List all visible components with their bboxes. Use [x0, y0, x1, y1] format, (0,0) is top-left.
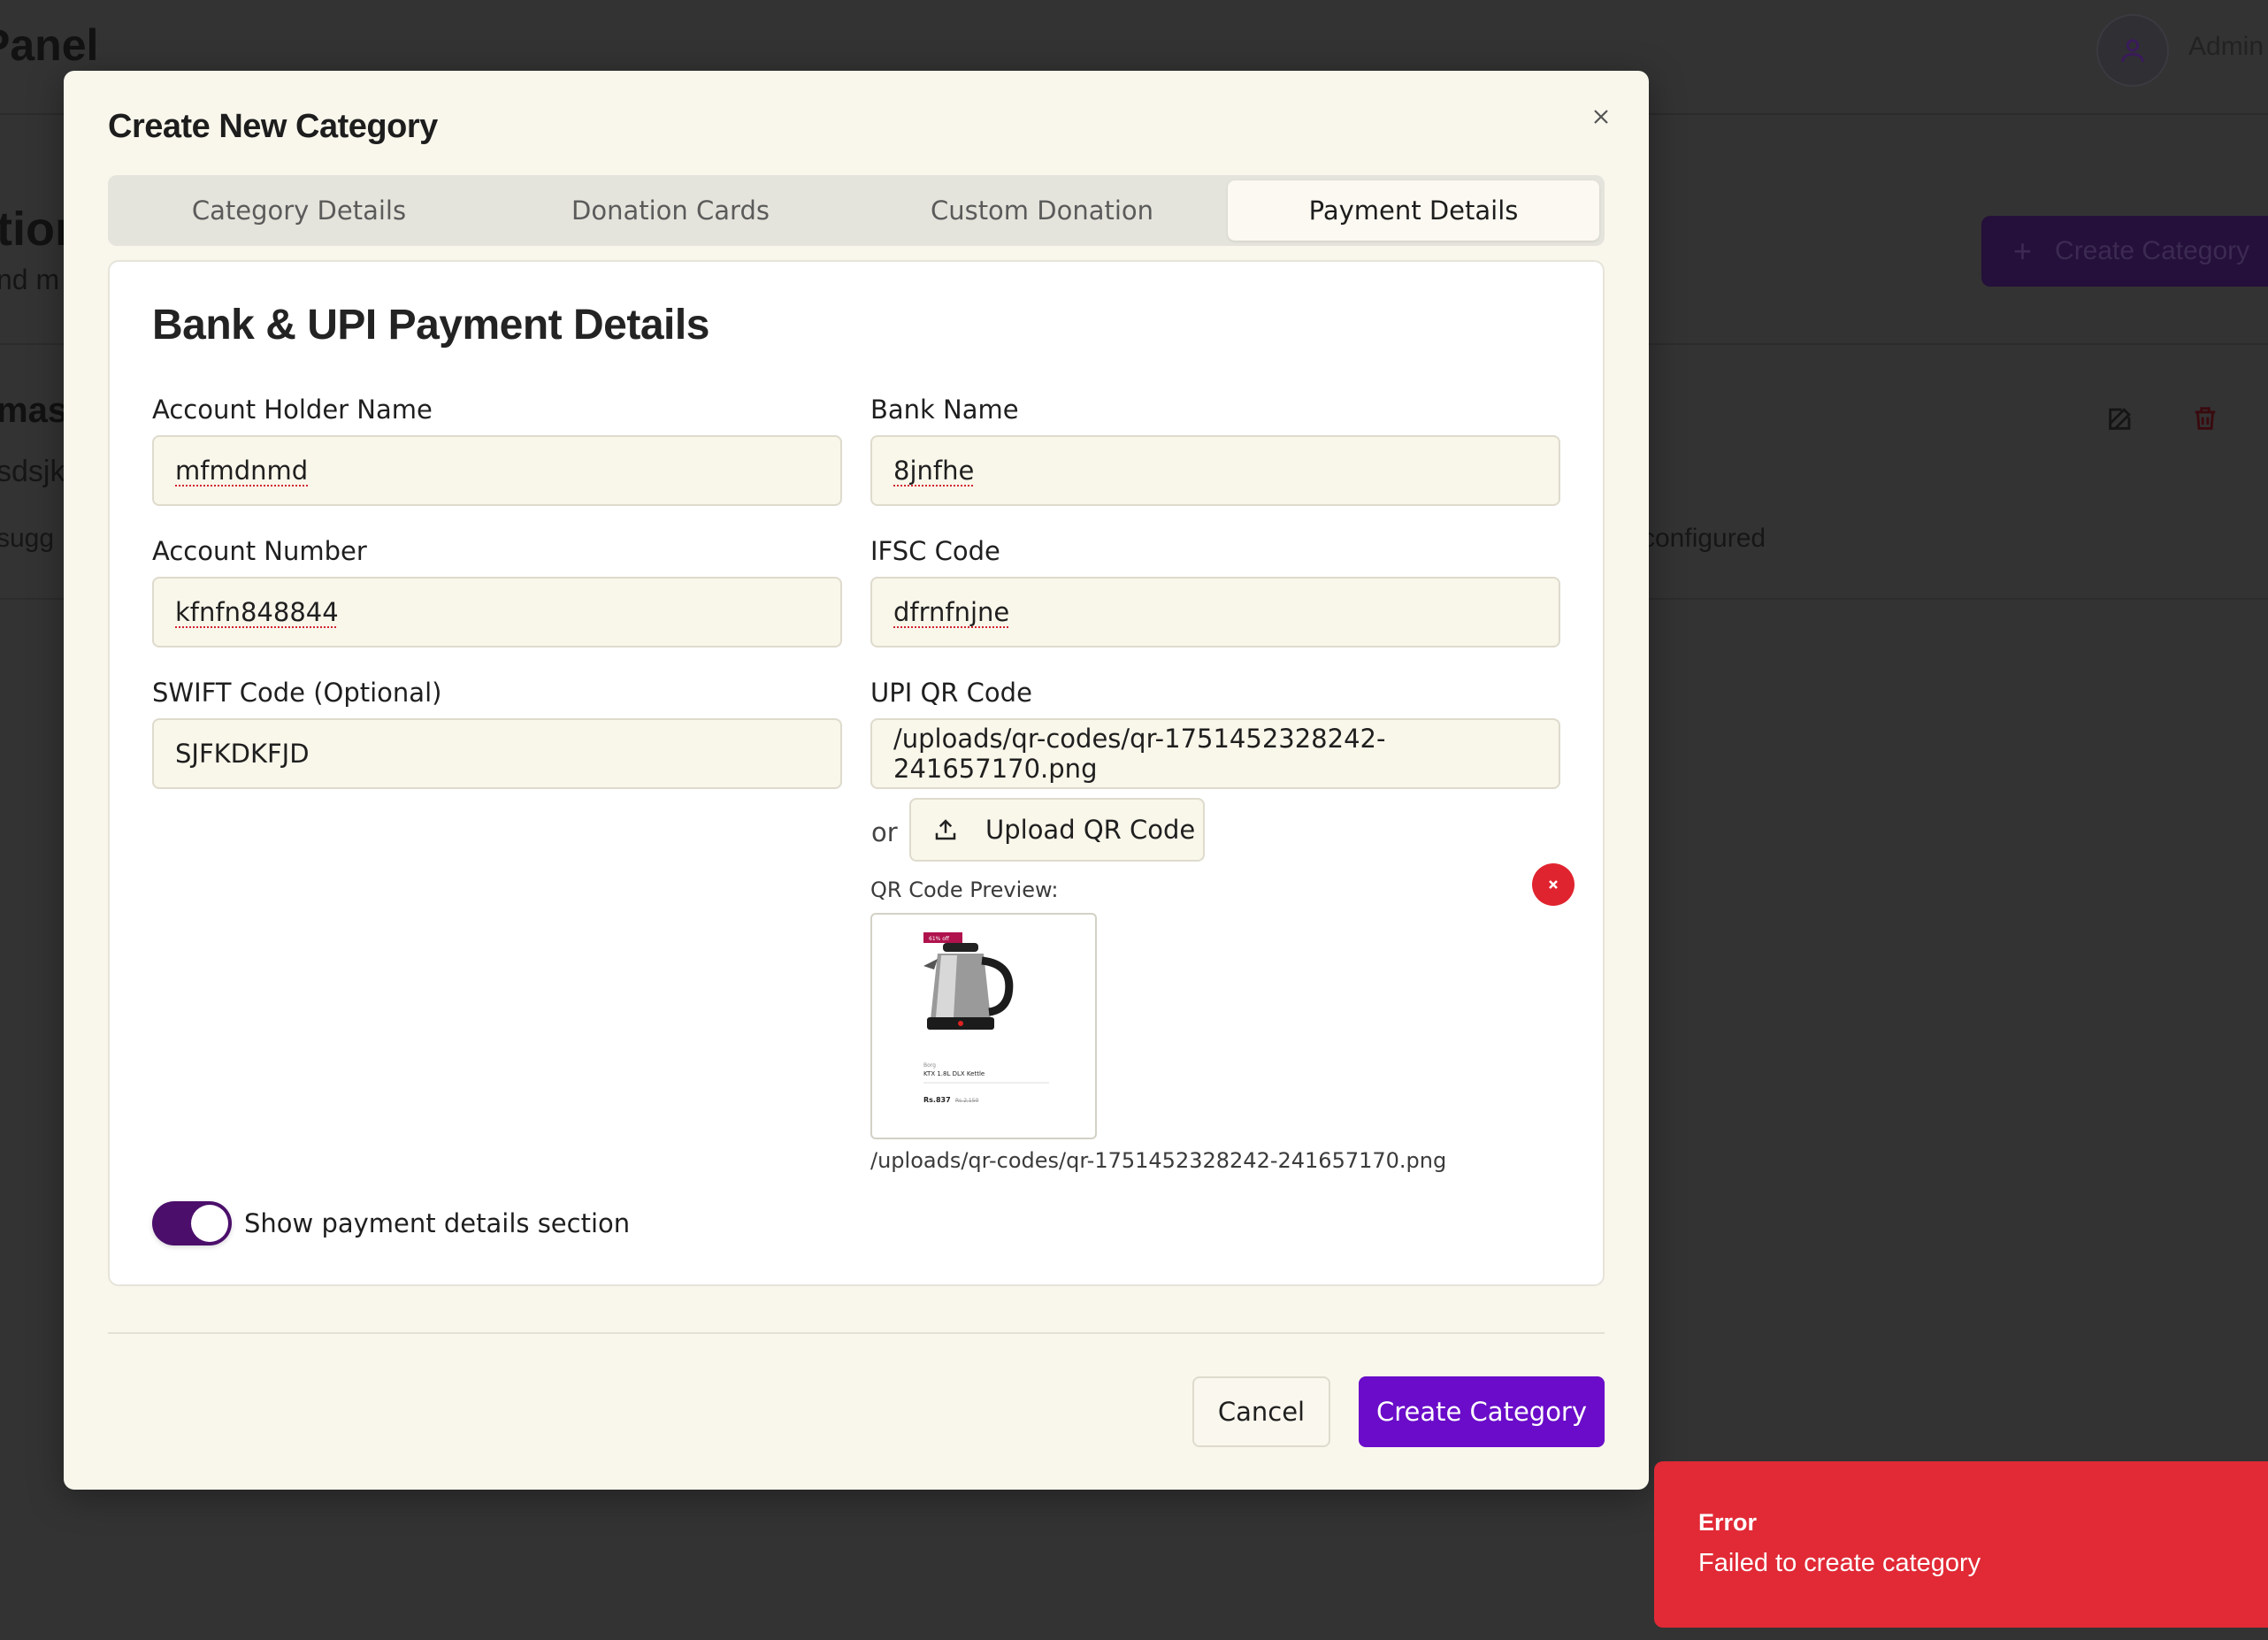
account-number-label: Account Number — [152, 536, 367, 566]
upi-qr-input[interactable]: /uploads/qr-codes/qr-1751452328242-24165… — [870, 718, 1560, 789]
product-old-price-text: Rs.2,150 — [955, 1098, 979, 1104]
tab-donation-cards[interactable]: Donation Cards — [485, 180, 856, 241]
category-row-suggestions: sugg — [0, 524, 55, 553]
tab-bar: Category Details Donation Cards Custom D… — [108, 175, 1605, 246]
page-subtitle: nd m — [0, 264, 60, 295]
swift-input[interactable]: SJFKDKFJD — [152, 718, 842, 789]
tab-payment-details[interactable]: Payment Details — [1228, 180, 1599, 241]
upload-qr-label: Upload QR Code — [985, 815, 1196, 845]
ifsc-input[interactable]: dfrnfnjne — [870, 577, 1560, 648]
section-title: Bank & UPI Payment Details — [152, 302, 709, 349]
remove-qr-button[interactable] — [1532, 863, 1575, 906]
trash-icon[interactable] — [2190, 403, 2220, 437]
product-brand-text: Borg — [923, 1062, 936, 1069]
bank-name-input[interactable]: 8jnfhe — [870, 435, 1560, 506]
plus-icon: + — [2013, 233, 2033, 269]
payment-section-toggle[interactable] — [152, 1201, 232, 1245]
avatar[interactable] — [2096, 14, 2169, 87]
create-category-label-bg: Create Category — [2055, 236, 2250, 265]
qr-preview-label: QR Code Preview: — [870, 877, 1059, 902]
tab-category-details[interactable]: Category Details — [113, 180, 485, 241]
toast-message: Failed to create category — [1698, 1549, 1981, 1577]
modal-title: Create New Category — [108, 108, 438, 145]
tab-custom-donation[interactable]: Custom Donation — [856, 180, 1228, 241]
bank-name-value: 8jnfhe — [893, 456, 975, 486]
upload-qr-button[interactable]: Upload QR Code — [909, 798, 1205, 862]
account-holder-label: Account Holder Name — [152, 395, 433, 425]
category-row-status: configured — [1642, 524, 1766, 553]
app-title: Panel — [0, 20, 99, 70]
toggle-knob — [191, 1205, 228, 1242]
account-number-input[interactable]: kfnfn848844 — [152, 577, 842, 648]
product-badge-text: 61% off — [929, 936, 950, 942]
user-icon — [2121, 39, 2144, 62]
upi-qr-value: /uploads/qr-codes/qr-1751452328242-24165… — [893, 724, 1386, 784]
edit-icon[interactable] — [2105, 403, 2135, 437]
close-icon — [1549, 880, 1558, 889]
toast-title: Error — [1698, 1509, 1758, 1536]
category-row-description: sdsjk — [0, 455, 65, 488]
ifsc-value: dfrnfnjne — [893, 597, 1010, 627]
close-icon — [1594, 110, 1608, 124]
create-category-button-bg[interactable]: + Create Category — [1981, 216, 2268, 287]
create-category-button[interactable]: Create Category — [1359, 1376, 1605, 1447]
account-holder-value: mfmdnmd — [175, 456, 309, 486]
user-name: Admin — [2188, 32, 2264, 61]
product-name-text: KTX 1.8L DLX Kettle — [923, 1070, 985, 1077]
qr-preview-path: /uploads/qr-codes/qr-1751452328242-24165… — [870, 1148, 1447, 1173]
qr-preview-image: 61% off Borg KTX 1.8L DLX Kettle Rs.837 … — [870, 913, 1097, 1139]
divider — [108, 1332, 1605, 1334]
payment-details-card: Bank & UPI Payment Details Account Holde… — [108, 260, 1605, 1286]
product-price-text: Rs.837 — [923, 1096, 951, 1104]
payment-section-toggle-label: Show payment details section — [244, 1208, 631, 1238]
close-button[interactable] — [1583, 99, 1619, 134]
account-number-value: kfnfn848844 — [175, 597, 339, 627]
swift-label: SWIFT Code (Optional) — [152, 678, 442, 708]
swift-value: SJFKDKFJD — [175, 739, 310, 769]
account-holder-input[interactable]: mfmdnmd — [152, 435, 842, 506]
error-toast[interactable]: Error Failed to create category — [1654, 1461, 2268, 1628]
bank-name-label: Bank Name — [870, 395, 1019, 425]
cancel-button[interactable]: Cancel — [1192, 1376, 1330, 1447]
create-category-modal: Create New Category Category Details Don… — [64, 71, 1649, 1490]
ifsc-label: IFSC Code — [870, 536, 1000, 566]
upi-qr-label: UPI QR Code — [870, 678, 1032, 708]
or-text: or — [871, 817, 898, 847]
upload-icon — [935, 819, 956, 840]
